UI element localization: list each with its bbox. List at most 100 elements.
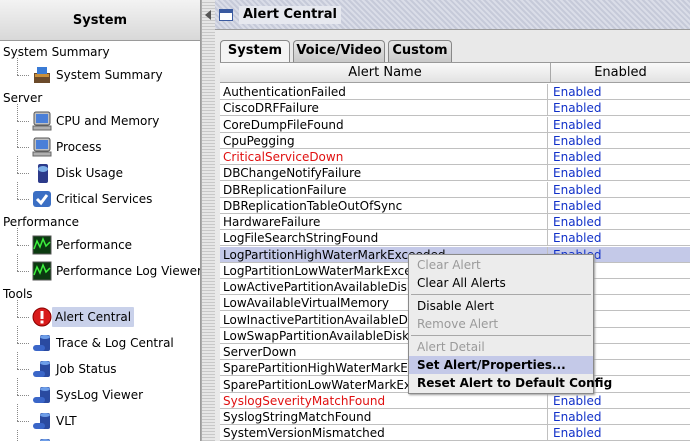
table-row[interactable]: LogFileSearchStringFound Enabled xyxy=(220,230,690,247)
enabled-cell: Enabled xyxy=(553,166,602,181)
monitor-icon xyxy=(31,110,53,132)
performance-chart-icon xyxy=(31,234,53,256)
table-row[interactable]: CiscoDRFFailure Enabled xyxy=(220,100,690,117)
enabled-cell: Enabled xyxy=(553,133,602,148)
table-row[interactable]: DBChangeNotifyFailure Enabled xyxy=(220,165,690,182)
tree-connector xyxy=(17,121,29,122)
tree-item-label[interactable]: System Summary xyxy=(56,65,163,85)
menu-separator xyxy=(411,294,591,295)
alert-name-cell: SyslogSeverityMatchFound xyxy=(223,392,548,409)
tree-item-label[interactable]: Alert Central xyxy=(52,307,135,327)
tree-item-label[interactable]: AuditLog Viewer xyxy=(56,437,154,441)
remove-alert-menu-item: Remove Alert xyxy=(417,317,499,331)
table-row[interactable]: SyslogSeverityMatchFound Enabled xyxy=(220,392,690,409)
alert-name-cell: LogFileSearchStringFound xyxy=(223,230,548,247)
column-header-enabled[interactable]: Enabled xyxy=(551,63,690,83)
table-row[interactable]: CoreDumpFileFound Enabled xyxy=(220,116,690,133)
disk-icon xyxy=(31,162,53,184)
tree-connector xyxy=(17,182,18,199)
context-menu: Clear Alert Clear All Alerts Disable Alert… xyxy=(408,254,612,394)
tree-item-label[interactable]: Trace & Log Central xyxy=(56,333,174,353)
enabled-cell: Enabled xyxy=(553,215,602,229)
table-row[interactable]: AuthenticationFailed Enabled xyxy=(220,84,690,101)
table-row[interactable]: SyslogStringMatchFound Enabled xyxy=(220,409,690,426)
database-icon xyxy=(31,358,53,380)
clear-all-alerts-menu-item[interactable]: Clear All Alerts xyxy=(409,274,593,292)
collapse-arrow-icon[interactable] xyxy=(205,10,211,20)
database-icon xyxy=(31,384,53,406)
tree-item-label[interactable]: Critical Services xyxy=(56,189,152,209)
tree-connector xyxy=(17,300,18,317)
tree-connector xyxy=(17,254,18,271)
tree-item-label[interactable]: CPU and Memory xyxy=(56,111,159,131)
enabled-cell: Enabled xyxy=(553,85,602,99)
tree-category[interactable]: Performance xyxy=(3,212,79,232)
tree-connector xyxy=(17,130,18,147)
system-summary-icon xyxy=(31,64,53,86)
tree-connector xyxy=(17,75,29,76)
tab-system[interactable]: System xyxy=(220,40,290,63)
tree-connector xyxy=(17,199,29,200)
alert-name-cell: CpuPegging xyxy=(223,132,548,149)
menu-separator xyxy=(411,335,591,336)
enabled-cell: Enabled xyxy=(553,198,602,213)
tree-connector xyxy=(17,173,29,174)
table-row[interactable]: DBReplicationTableOutOfSync Enabled xyxy=(220,197,690,214)
reset-alert-default-config-menu-item[interactable]: Reset Alert to Default Config xyxy=(409,374,612,392)
tree-item-label[interactable]: Process xyxy=(56,137,102,157)
tree-connector xyxy=(17,317,29,318)
database-icon xyxy=(31,332,53,354)
tree-item-label[interactable]: Disk Usage xyxy=(56,163,123,183)
window-icon xyxy=(219,9,233,21)
table-row[interactable]: DBReplicationFailure Enabled xyxy=(220,181,690,198)
tree-category[interactable]: Server xyxy=(3,88,42,108)
disable-alert-menu-item[interactable]: Disable Alert xyxy=(409,297,593,315)
tree-connector xyxy=(17,245,29,246)
alert-name-cell: DBReplicationTableOutOfSync xyxy=(223,197,548,214)
table-row[interactable]: HardwareFailure Enabled xyxy=(220,214,690,231)
tree-connector xyxy=(17,104,18,121)
tab-custom[interactable]: Custom xyxy=(388,40,452,62)
tree-connector xyxy=(17,271,29,272)
table-row[interactable]: CpuPegging Enabled xyxy=(220,132,690,149)
tree-item-label[interactable]: Performance xyxy=(56,235,132,255)
alert-icon xyxy=(31,306,53,328)
database-icon xyxy=(31,410,53,432)
tree-category[interactable]: System Summary xyxy=(3,42,110,62)
tab-voice-video[interactable]: Voice/Video xyxy=(293,40,385,62)
tree-item-label[interactable]: SysLog Viewer xyxy=(56,385,143,405)
tree-connector xyxy=(17,404,18,421)
navigation-panel: System System Summary System Summary Serve… xyxy=(0,0,201,441)
enabled-cell: Enabled xyxy=(553,393,602,408)
table-row[interactable]: CriticalServiceDown Enabled xyxy=(220,149,690,166)
alert-name-cell: CiscoDRFFailure xyxy=(223,100,548,117)
enabled-cell: Enabled xyxy=(553,410,602,424)
window-titlebar: Alert Central xyxy=(215,0,690,30)
tree-item-label[interactable]: Job Status xyxy=(56,359,117,379)
enabled-cell: Enabled xyxy=(553,426,602,441)
enabled-cell: Enabled xyxy=(553,150,602,164)
alert-name-cell: AuthenticationFailed xyxy=(223,84,548,100)
panel-splitter[interactable] xyxy=(201,0,215,441)
alert-name-cell: CriticalServiceDown xyxy=(223,149,548,165)
enabled-cell: Enabled xyxy=(553,117,602,132)
database-icon xyxy=(31,436,53,441)
tree-item-label[interactable]: VLT xyxy=(56,411,77,431)
set-alert-properties-menu-item[interactable]: Set Alert/Properties... xyxy=(409,356,593,374)
column-header-alert-name[interactable]: Alert Name xyxy=(220,63,551,83)
table-row[interactable]: SystemVersionMismatched Enabled xyxy=(220,425,690,441)
tree-connector xyxy=(17,147,29,148)
alert-name-cell: DBReplicationFailure xyxy=(223,181,548,198)
alert-name-cell: HardwareFailure xyxy=(223,214,548,230)
performance-chart-icon xyxy=(31,260,53,282)
table-header: Alert Name Enabled xyxy=(220,63,690,83)
window-title: Alert Central xyxy=(239,6,341,24)
tree-item-label[interactable]: Performance Log Viewer xyxy=(56,261,200,281)
clear-alert-menu-item: Clear Alert xyxy=(417,258,481,272)
tree-connector xyxy=(17,58,18,75)
alert-name-cell: SystemVersionMismatched xyxy=(223,425,548,441)
alert-name-cell: DBChangeNotifyFailure xyxy=(223,165,548,182)
alert-name-cell: CoreDumpFileFound xyxy=(223,116,548,133)
alert-name-cell: SyslogStringMatchFound xyxy=(223,409,548,425)
enabled-cell: Enabled xyxy=(553,231,602,246)
